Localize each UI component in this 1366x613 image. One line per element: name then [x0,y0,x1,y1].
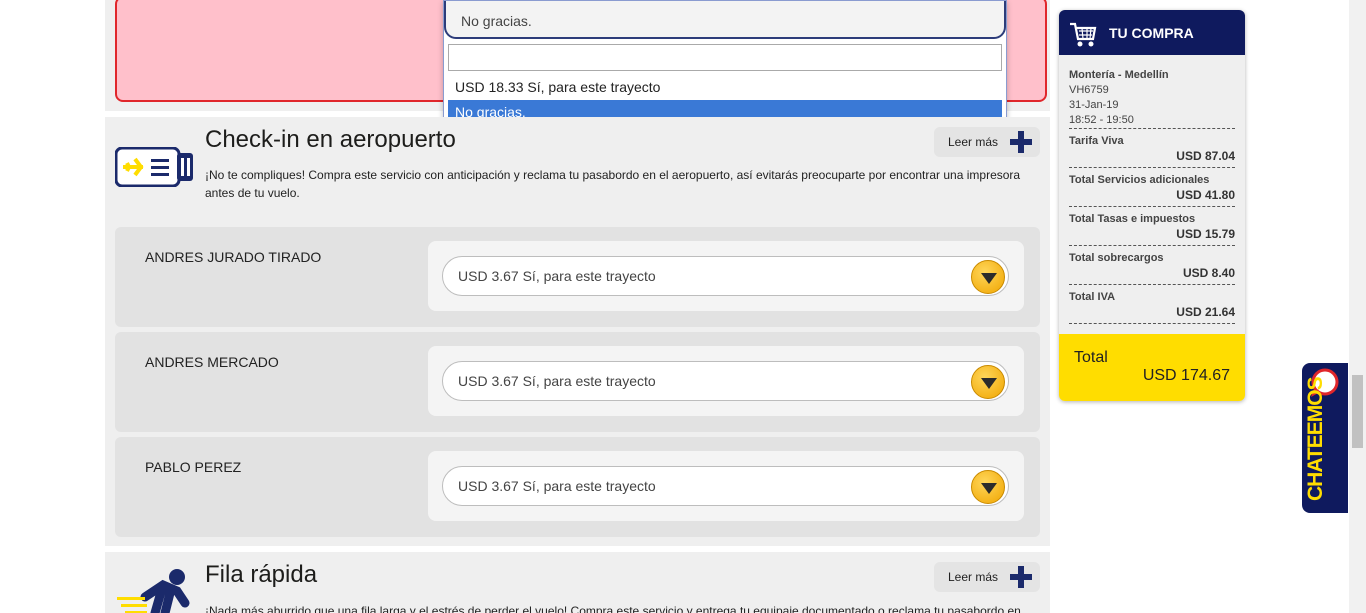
plus-icon [1010,131,1032,153]
summary-item-label: Total sobrecargos [1069,252,1164,264]
summary-item-label: Tarifa Viva [1069,135,1124,147]
running-person-icon [117,569,190,613]
total-label: Total [1074,349,1108,366]
summary-item-value: USD 21.64 [1176,305,1235,319]
total-value: USD 174.67 [1142,367,1230,384]
purchase-summary: TU COMPRA Montería - Medellín VH6759 31-… [1059,10,1245,401]
flight-info: Montería - Medellín VH6759 31-Jan-19 18:… [1069,68,1169,128]
divider [1069,128,1235,129]
flight-number: VH6759 [1069,84,1109,96]
summary-item-label: Total Servicios adicionales [1069,174,1210,186]
checkin-select[interactable]: USD 3.67 Sí, para este trayecto [442,256,1009,296]
insurance-dropdown[interactable]: No gracias. USD 18.33 Sí, para este tray… [443,0,1007,129]
summary-item-value: USD 41.80 [1176,188,1235,202]
checkin-select[interactable]: USD 3.67 Sí, para este trayecto [442,361,1009,401]
fila-description: ¡Nada más aburrido que una fila larga y … [205,604,1021,613]
dropdown-arrow-icon[interactable] [971,365,1005,399]
shopping-cart-icon [1070,22,1097,47]
dropdown-search-input[interactable] [448,44,1002,71]
select-value: USD 3.67 Sí, para este trayecto [458,268,656,284]
passenger-name: PABLO PEREZ [145,459,242,475]
passenger-select-wrapper: USD 3.67 Sí, para este trayecto [428,346,1024,416]
flight-time: 18:52 - 19:50 [1069,114,1134,126]
checkin-description: ¡No te compliques! Compra este servicio … [205,168,1021,200]
select-value: USD 3.67 Sí, para este trayecto [458,478,656,494]
summary-item-value: USD 87.04 [1176,149,1235,163]
scrollbar-thumb[interactable] [1352,375,1363,448]
checkin-section: Check-in en aeropuerto ¡No te compliques… [105,117,1050,546]
dropdown-current-value[interactable]: No gracias. [444,1,1006,39]
summary-item-value: USD 15.79 [1176,227,1235,241]
divider [1069,245,1235,246]
ticket-plane-icon [115,147,193,187]
leer-mas-label: Leer más [948,135,999,149]
page-scrollbar[interactable] [1349,0,1366,613]
checkin-title: Check-in en aeropuerto [205,126,456,153]
fila-title: Fila rápida [205,561,318,588]
dropdown-option-yes[interactable]: USD 18.33 Sí, para este trayecto [448,75,1002,100]
summary-item-value: USD 8.40 [1182,266,1235,280]
chat-tab[interactable]: CHATEEMOS [1302,363,1348,513]
divider [1069,284,1235,285]
passenger-row: ANDRES JURADO TIRADO USD 3.67 Sí, para e… [115,227,1040,327]
fila-rapida-section: Fila rápida ¡Nada más aburrido que una f… [105,552,1050,613]
divider [1069,323,1235,324]
summary-total: Total USD 174.67 [1059,334,1245,401]
flight-date: 31-Jan-19 [1069,99,1119,111]
leer-mas-label: Leer más [948,570,999,584]
divider [1069,167,1235,168]
summary-header: TU COMPRA [1059,10,1245,55]
flight-route: Montería - Medellín [1069,69,1169,81]
summary-item-label: Total Tasas e impuestos [1069,213,1196,225]
passenger-select-wrapper: USD 3.67 Sí, para este trayecto [428,451,1024,521]
passenger-name: ANDRES JURADO TIRADO [145,249,322,265]
passenger-row: ANDRES MERCADO USD 3.67 Sí, para este tr… [115,332,1040,432]
checkin-select[interactable]: USD 3.67 Sí, para este trayecto [442,466,1009,506]
passenger-select-wrapper: USD 3.67 Sí, para este trayecto [428,241,1024,311]
select-value: USD 3.67 Sí, para este trayecto [458,373,656,389]
summary-title: TU COMPRA [1109,25,1194,41]
divider [1069,206,1235,207]
checkin-leer-mas-button[interactable]: Leer más [934,127,1040,157]
dropdown-arrow-icon[interactable] [971,260,1005,294]
dropdown-arrow-icon[interactable] [971,470,1005,504]
plus-icon [1010,566,1032,588]
fila-leer-mas-button[interactable]: Leer más [934,562,1040,592]
chat-label: CHATEEMOS [1304,377,1327,501]
passenger-name: ANDRES MERCADO [145,354,279,370]
summary-item-label: Total IVA [1069,291,1116,303]
passenger-row: PABLO PEREZ USD 3.67 Sí, para este traye… [115,437,1040,537]
